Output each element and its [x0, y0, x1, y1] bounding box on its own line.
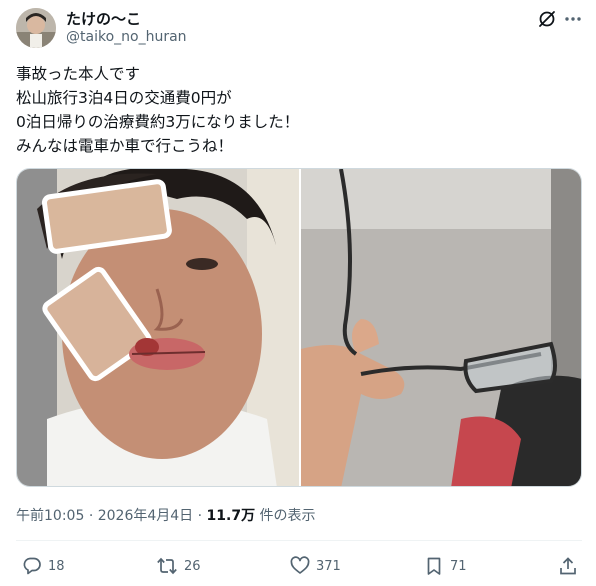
action-bar: 18 26 371 71: [0, 552, 596, 582]
display-name[interactable]: たけの〜こ: [66, 8, 141, 29]
repost-count: 26: [184, 558, 201, 574]
tweet-post: たけの〜こ @taiko_no_huran 事故った本人です 松山旅行3泊4日の…: [0, 0, 596, 586]
bookmark-count: 71: [450, 558, 467, 574]
grok-button[interactable]: [536, 8, 558, 30]
divider: [16, 540, 582, 541]
bookmark-button[interactable]: 71: [424, 552, 467, 580]
repost-button[interactable]: 26: [156, 552, 201, 580]
avatar[interactable]: [16, 8, 56, 48]
photo-broken-glasses[interactable]: [301, 169, 581, 486]
view-count: 11.7万: [206, 508, 256, 524]
tweet-line: 松山旅行3泊4日の交通費0円が: [16, 89, 232, 107]
tweet-meta: 午前10:05 · 2026年4月4日 · 11.7万 件の表示: [16, 505, 316, 525]
more-dots-icon: [565, 17, 581, 21]
meta-separator: ·: [88, 508, 94, 524]
repost-arrows-icon: [157, 557, 177, 575]
tweet-line: みんなは電車か車で行こうね！: [16, 137, 234, 155]
media-grid: [16, 168, 582, 487]
reply-count: 18: [48, 558, 65, 574]
view-label: 件の表示: [259, 508, 316, 524]
share-upload-icon: [560, 557, 576, 575]
like-count: 371: [316, 558, 341, 574]
tweet-text: 事故った本人です 松山旅行3泊4日の交通費0円が 0泊日帰りの治療費約3万になり…: [16, 62, 576, 158]
avatar-image: [16, 8, 56, 48]
tweet-line: 事故った本人です: [16, 65, 141, 83]
heart-icon: [290, 556, 310, 574]
post-date[interactable]: 2026年4月4日: [98, 508, 193, 524]
share-button[interactable]: [558, 552, 578, 580]
post-time[interactable]: 午前10:05: [16, 508, 84, 524]
user-handle[interactable]: @taiko_no_huran: [66, 29, 187, 45]
reply-button[interactable]: 18: [22, 552, 65, 580]
reply-bubble-icon: [23, 557, 41, 575]
tweet-line: 0泊日帰りの治療費約3万になりました！: [16, 113, 300, 131]
meta-separator: ·: [197, 508, 203, 524]
grok-slash-icon: [539, 11, 555, 27]
more-button[interactable]: [562, 8, 584, 30]
bookmark-icon: [427, 557, 441, 575]
photo-selfie-injury[interactable]: [17, 169, 299, 486]
like-button[interactable]: 371: [290, 552, 341, 580]
